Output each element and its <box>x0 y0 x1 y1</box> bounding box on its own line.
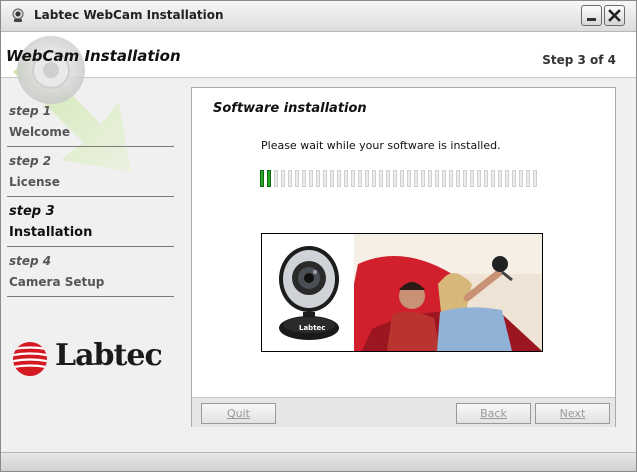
progress-segment-filled <box>267 170 271 187</box>
install-progress-bar <box>260 170 547 188</box>
progress-segment <box>295 170 299 187</box>
progress-segment <box>435 170 439 187</box>
step-label: Camera Setup <box>9 275 105 289</box>
progress-segment <box>421 170 425 187</box>
progress-segment <box>533 170 537 187</box>
progress-segment <box>512 170 516 187</box>
content-panel: Software installation Please wait while … <box>191 87 616 427</box>
progress-segment <box>302 170 306 187</box>
progress-segment <box>358 170 362 187</box>
progress-segment <box>386 170 390 187</box>
progress-segment-filled <box>260 170 264 187</box>
progress-segment <box>288 170 292 187</box>
progress-segment <box>519 170 523 187</box>
progress-segment <box>365 170 369 187</box>
progress-segment <box>351 170 355 187</box>
wizard-header: WebCam Installation Step 3 of 4 <box>1 32 636 78</box>
progress-segment <box>274 170 278 187</box>
labtec-globe-icon <box>13 342 47 376</box>
progress-segment <box>309 170 313 187</box>
progress-segment <box>463 170 467 187</box>
progress-segment <box>491 170 495 187</box>
window-title: Labtec WebCam Installation <box>34 8 224 22</box>
back-button[interactable]: Back <box>456 403 531 424</box>
close-icon <box>608 9 621 22</box>
quit-button[interactable]: Quit <box>201 403 276 424</box>
progress-segment <box>449 170 453 187</box>
step-number: step 2 <box>9 154 52 168</box>
progress-segment <box>316 170 320 187</box>
step-number: step 1 <box>9 104 52 118</box>
progress-segment <box>442 170 446 187</box>
progress-segment <box>372 170 376 187</box>
webcam-app-icon <box>12 8 24 22</box>
progress-segment <box>456 170 460 187</box>
sidebar-step-camera-setup: step 4 Camera Setup <box>7 251 174 297</box>
page-title: WebCam Installation <box>6 47 181 65</box>
minimize-button[interactable] <box>581 5 602 26</box>
sidebar-step-license: step 2 License <box>7 151 174 197</box>
progress-segment <box>526 170 530 187</box>
progress-segment <box>379 170 383 187</box>
promo-photo: Labtec <box>261 233 543 352</box>
section-title: Software installation <box>213 101 367 116</box>
progress-segment <box>344 170 348 187</box>
step-label: License <box>9 175 60 189</box>
progress-segment <box>484 170 488 187</box>
progress-segment <box>323 170 327 187</box>
step-indicator: Step 3 of 4 <box>542 53 616 67</box>
progress-segment <box>414 170 418 187</box>
title-bar[interactable]: Labtec WebCam Installation <box>1 1 636 32</box>
steps-sidebar: step 1 Welcome step 2 License step 3 Ins… <box>7 101 174 301</box>
progress-segment <box>281 170 285 187</box>
webcam-product-image <box>262 234 542 351</box>
progress-segment <box>498 170 502 187</box>
webcam-brand-label: Labtec <box>299 324 326 332</box>
progress-segment <box>428 170 432 187</box>
sidebar-step-welcome: step 1 Welcome <box>7 101 174 147</box>
sidebar-step-installation: step 3 Installation <box>7 201 174 247</box>
step-number: step 4 <box>9 254 52 268</box>
close-button[interactable] <box>604 5 625 26</box>
progress-segment <box>400 170 404 187</box>
step-label: Welcome <box>9 125 71 139</box>
step-number: step 3 <box>9 204 55 219</box>
progress-segment <box>407 170 411 187</box>
next-button[interactable]: Next <box>535 403 610 424</box>
window-bottom-edge <box>1 452 636 471</box>
installer-window: Labtec WebCam Installation WebCam Instal… <box>0 0 637 472</box>
progress-segment <box>330 170 334 187</box>
progress-segment <box>470 170 474 187</box>
wizard-footer: Quit Back Next <box>192 397 615 427</box>
progress-segment <box>393 170 397 187</box>
progress-segment <box>505 170 509 187</box>
logo-wordmark: Labtec <box>55 338 163 373</box>
progress-segment <box>337 170 341 187</box>
status-message: Please wait while your software is insta… <box>261 139 501 152</box>
step-label: Installation <box>9 225 93 240</box>
progress-segment <box>477 170 481 187</box>
labtec-logo: Labtec <box>9 338 174 381</box>
